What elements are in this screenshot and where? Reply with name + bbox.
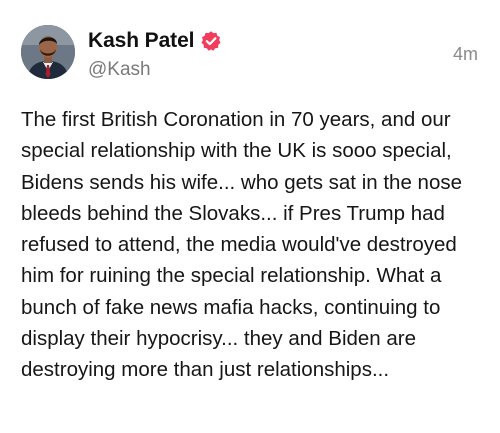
profile-photo-icon bbox=[21, 25, 75, 79]
post-timestamp: 4m bbox=[452, 44, 478, 64]
author-handle[interactable]: @Kash bbox=[88, 59, 222, 81]
verified-badge-icon bbox=[200, 30, 222, 52]
author-name-row: Kash Patel bbox=[88, 28, 222, 54]
post-card: Kash Patel @Kash 4m The first British Co… bbox=[0, 0, 500, 433]
post-text: The first British Coronation in 70 years… bbox=[21, 108, 468, 382]
author-info: Kash Patel @Kash bbox=[88, 28, 222, 81]
author-display-name[interactable]: Kash Patel bbox=[88, 29, 194, 53]
avatar[interactable] bbox=[21, 25, 75, 79]
